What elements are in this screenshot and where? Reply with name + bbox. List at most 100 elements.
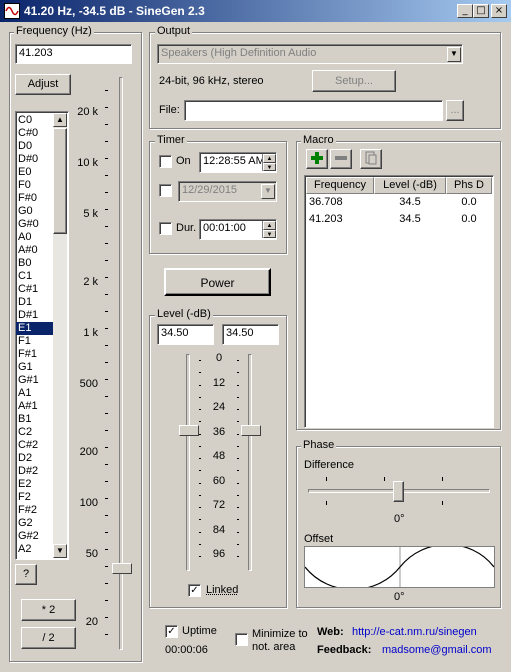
note-list-item[interactable]: C2 (16, 426, 54, 439)
macro-table[interactable]: Frequency Level (-dB) Phs D 36.708 34.5 … (304, 175, 494, 428)
timer-duration-checkbox[interactable] (159, 222, 172, 235)
feedback-label: Feedback: (317, 644, 372, 656)
note-list-item[interactable]: D#0 (16, 153, 54, 166)
note-list-item[interactable]: A#0 (16, 244, 54, 257)
macro-col-phase[interactable]: Phs D (446, 177, 492, 194)
macro-cell[interactable]: 0.0 (446, 196, 492, 208)
timer-duration-label: Dur. (176, 222, 197, 234)
note-list-item[interactable]: D2 (16, 452, 54, 465)
note-list-item[interactable]: F#0 (16, 192, 54, 205)
note-list-item[interactable]: G#1 (16, 374, 54, 387)
note-list-item[interactable]: G#0 (16, 218, 54, 231)
note-list-item[interactable]: F2 (16, 491, 54, 504)
frequency-tick (105, 413, 108, 414)
paste-macro-button[interactable] (360, 149, 382, 169)
maximize-button[interactable]: □ (473, 4, 489, 18)
minimize-to-tray-checkbox[interactable] (235, 633, 248, 646)
note-list-item[interactable]: A0 (16, 231, 54, 244)
level-left-groove (186, 354, 190, 571)
note-list-item[interactable]: C1 (16, 270, 54, 283)
note-list-item[interactable]: E0 (16, 166, 54, 179)
chevron-down-icon[interactable]: ▼ (447, 47, 461, 62)
level-scale-label: 60 (212, 474, 226, 487)
note-list-item[interactable]: A2 (16, 543, 54, 556)
frequency-slider-thumb[interactable] (112, 563, 132, 574)
note-list-item[interactable]: A1 (16, 387, 54, 400)
sine-wave-app-icon[interactable] (4, 3, 20, 19)
add-macro-button[interactable] (306, 149, 328, 169)
half-frequency-button[interactable]: / 2 (21, 627, 76, 649)
frequency-scale-label: 50 (85, 548, 98, 560)
frequency-tick (105, 141, 108, 142)
level-tick (199, 446, 201, 447)
note-list-item[interactable]: B0 (16, 257, 54, 270)
level-right-input[interactable]: 34.50 (222, 324, 279, 345)
output-device-select[interactable]: Speakers (High Definition Audio (157, 44, 463, 64)
note-list-item[interactable]: F1 (16, 335, 54, 348)
file-path-input[interactable] (184, 100, 443, 121)
note-list-item[interactable]: D0 (16, 140, 54, 153)
level-tick (199, 556, 201, 557)
macro-cell[interactable]: 41.203 (309, 213, 369, 225)
macro-cell[interactable]: 34.5 (374, 213, 446, 225)
difference-slider-thumb[interactable] (393, 481, 404, 502)
feedback-email-link[interactable]: madsome@gmail.com (382, 644, 492, 656)
setup-button[interactable]: Setup... (312, 70, 396, 92)
minimize-button[interactable]: _ (457, 4, 473, 18)
macro-cell[interactable]: 36.708 (309, 196, 369, 208)
note-list-item[interactable]: E2 (16, 478, 54, 491)
note-list-item[interactable]: E1 (16, 322, 54, 335)
level-tick (199, 507, 201, 508)
frequency-tick (105, 90, 108, 91)
browse-button[interactable]: ... (446, 100, 464, 121)
offset-waveform[interactable] (304, 543, 495, 591)
note-list-item[interactable]: B1 (16, 413, 54, 426)
power-button[interactable]: Power (164, 268, 271, 296)
level-scale-label: 48 (212, 450, 226, 462)
note-list-item[interactable]: F0 (16, 179, 54, 192)
frequency-tick (105, 549, 108, 550)
note-list-item[interactable]: C#2 (16, 439, 54, 452)
macro-col-frequency[interactable]: Frequency (306, 177, 374, 194)
level-right-slider-thumb[interactable] (241, 425, 261, 436)
timer-on-checkbox[interactable] (159, 155, 172, 168)
frequency-input[interactable]: 41.203 (15, 44, 132, 64)
macro-col-level[interactable]: Level (-dB) (374, 177, 446, 194)
note-list-item[interactable]: G2 (16, 517, 54, 530)
adjust-button[interactable]: Adjust (15, 74, 71, 95)
frequency-tick (105, 260, 108, 261)
note-list-item[interactable]: C0 (16, 114, 54, 127)
note-list-item[interactable]: G1 (16, 361, 54, 374)
note-list-item[interactable]: D#1 (16, 309, 54, 322)
note-list-item[interactable]: D1 (16, 296, 54, 309)
duration-spinner[interactable]: ▲ ▼ (262, 221, 276, 238)
note-list-item[interactable]: D#2 (16, 465, 54, 478)
note-list-item[interactable]: F#2 (16, 504, 54, 517)
minimize-to-tray-label-2: not. area (252, 641, 296, 653)
timer-date-checkbox[interactable] (159, 184, 172, 197)
note-list-item[interactable]: A#1 (16, 400, 54, 413)
note-list-item[interactable]: G0 (16, 205, 54, 218)
level-left-slider-thumb[interactable] (179, 425, 199, 436)
macro-cell[interactable]: 0.0 (446, 213, 492, 225)
frequency-group-label: Frequency (Hz) (14, 25, 94, 37)
time-spinner[interactable]: ▲ ▼ (262, 154, 276, 171)
level-left-input[interactable]: 34.50 (157, 324, 214, 345)
remove-macro-button[interactable] (330, 149, 352, 169)
help-button[interactable]: ? (15, 564, 37, 585)
linked-checkbox[interactable]: ✓ (188, 584, 201, 597)
note-list-item[interactable]: F#1 (16, 348, 54, 361)
note-list-item[interactable]: C#1 (16, 283, 54, 296)
uptime-checkbox[interactable]: ✓ (165, 625, 178, 638)
macro-cell[interactable]: 34.5 (374, 196, 446, 208)
frequency-scale-label: 20 (85, 616, 98, 628)
note-list-item[interactable]: C#0 (16, 127, 54, 140)
frequency-tick (105, 396, 108, 397)
note-list-item[interactable]: G#2 (16, 530, 54, 543)
close-button[interactable]: × (491, 4, 507, 18)
level-tick (199, 483, 201, 484)
date-dropdown-icon[interactable]: ▼ (261, 184, 275, 199)
difference-tick (326, 477, 327, 481)
level-tick (237, 372, 239, 373)
web-link[interactable]: http://e-cat.nm.ru/sinegen (352, 626, 477, 638)
